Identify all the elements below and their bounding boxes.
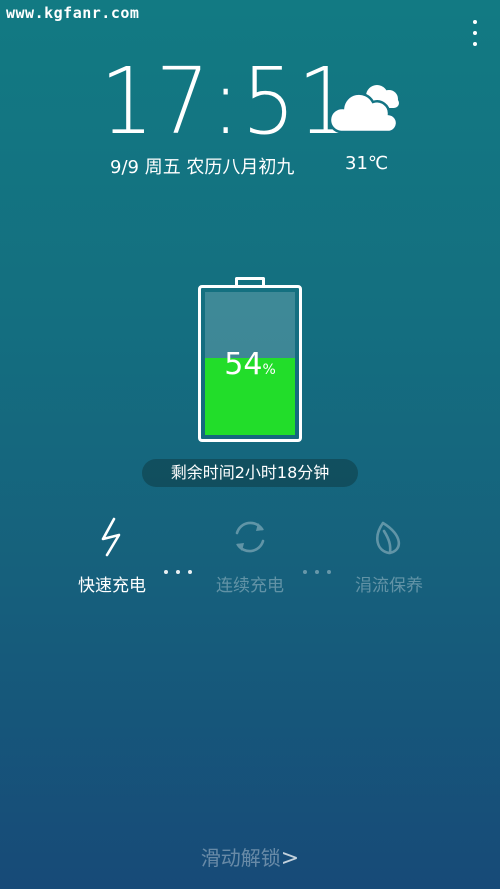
mode-continuous-charge-label: 连续充电 <box>216 576 284 596</box>
chevron-right-icon: > <box>280 846 300 871</box>
mode-trickle-maintenance-label: 涓流保养 <box>355 576 423 596</box>
battery-body: 54% <box>198 285 302 442</box>
watermark-text: www.kgfanr.com <box>6 4 140 22</box>
slide-to-unlock-label: 滑动解锁 <box>200 846 281 870</box>
battery-level: 54% <box>205 347 295 382</box>
battery-level-unit: % <box>262 362 276 378</box>
mode-fast-charge: 快速充电 <box>62 515 162 596</box>
mode-continuous-charge: 连续充电 <box>200 515 300 596</box>
mode-fast-charge-label: 快速充电 <box>78 576 146 596</box>
remaining-time-badge: 剩余时间2小时18分钟 <box>142 459 358 487</box>
lightning-icon <box>101 517 121 557</box>
slide-to-unlock[interactable]: 滑动解锁> <box>0 842 500 871</box>
battery-level-value: 54 <box>224 347 263 382</box>
temperature: 31℃ <box>345 153 389 174</box>
progress-dots-dim <box>303 559 339 578</box>
cloud-icon <box>328 85 399 134</box>
more-options-icon[interactable] <box>470 20 480 52</box>
clock-date: 9/9 周五 农历八月初九 <box>110 157 295 178</box>
cycle-icon <box>235 521 265 553</box>
mode-trickle-maintenance: 涓流保养 <box>339 515 439 596</box>
clock-time: 17:51 <box>100 48 354 155</box>
leaf-icon <box>376 521 401 555</box>
battery-indicator: 54% <box>198 277 302 442</box>
progress-dots <box>164 559 200 578</box>
